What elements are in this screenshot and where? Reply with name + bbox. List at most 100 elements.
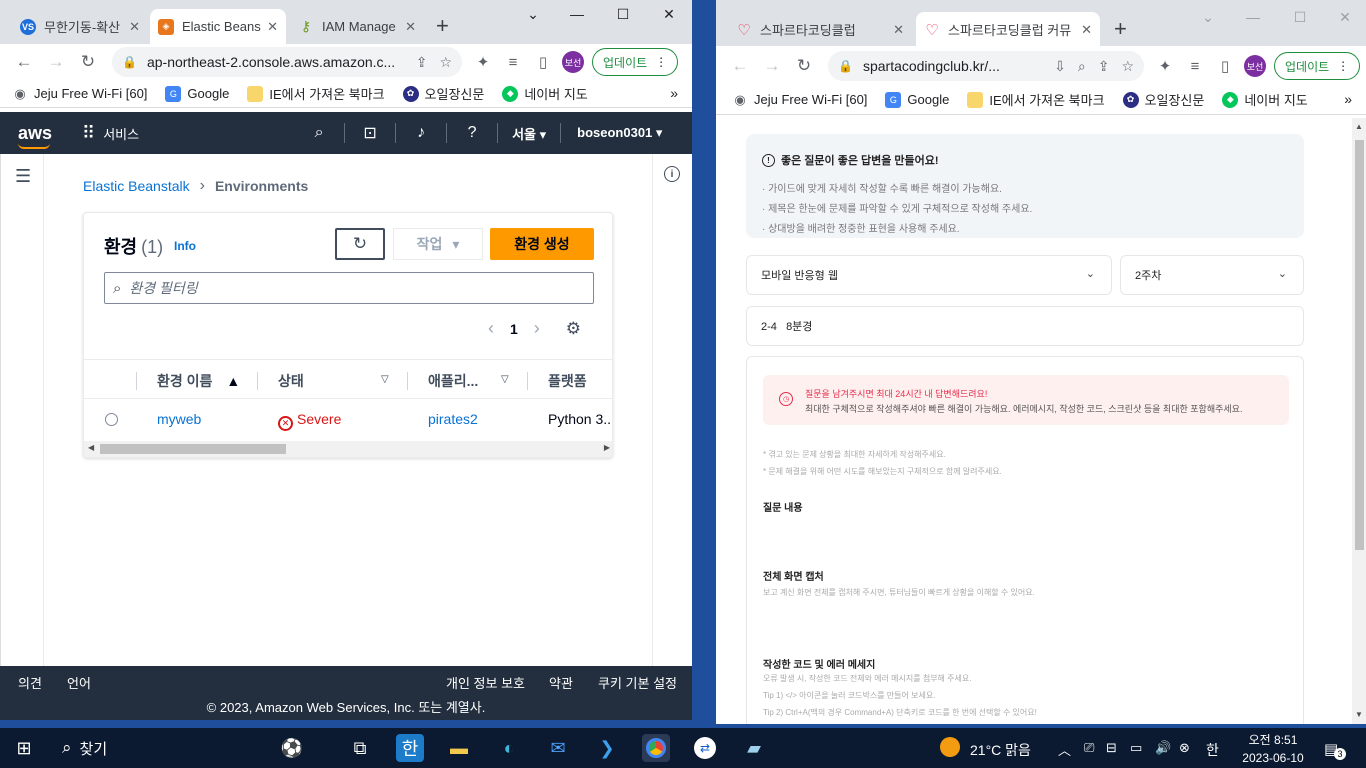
chrome-icon[interactable]: [642, 734, 670, 762]
close-tab-icon[interactable]: ✕: [267, 19, 278, 35]
tab-vs[interactable]: VS 무한기동-확산 ✕: [12, 9, 148, 44]
notepad-icon[interactable]: ▰: [740, 734, 768, 762]
application-link[interactable]: pirates2: [428, 411, 478, 427]
chevron-up-icon[interactable]: ︿: [1058, 740, 1071, 759]
new-tab-button[interactable]: +: [1114, 16, 1127, 42]
bookmark-star-icon[interactable]: ☆: [439, 54, 452, 71]
column-header-status[interactable]: 상태: [278, 371, 304, 391]
cookie-preferences-link[interactable]: 쿠키 기본 설정: [598, 673, 677, 692]
media-icon[interactable]: ≡: [1180, 58, 1210, 75]
reload-icon[interactable]: ↻: [72, 52, 104, 72]
tab-sparta-community[interactable]: ♡ 스파르타코딩클럽 커뮤 ✕: [916, 12, 1100, 47]
account-menu[interactable]: boseon0301 ▾: [577, 125, 662, 141]
battery-icon[interactable]: ▭: [1130, 740, 1142, 756]
weather-text[interactable]: 21°C 맑음: [970, 740, 1031, 760]
scrollbar-thumb[interactable]: [1355, 140, 1364, 550]
mail-icon[interactable]: ✉: [544, 734, 572, 762]
bell-icon[interactable]: ♪: [409, 124, 433, 142]
mute-icon[interactable]: ⊗: [1179, 740, 1190, 756]
search-icon[interactable]: ⌕: [307, 124, 331, 142]
scrollbar-thumb[interactable]: [100, 444, 286, 454]
privacy-link[interactable]: 개인 정보 보호: [446, 673, 525, 692]
bookmark-item[interactable]: G Google: [165, 85, 229, 102]
sort-icon[interactable]: ▽: [381, 374, 389, 385]
update-button[interactable]: 업데이트 ⋮: [592, 48, 679, 76]
share-icon[interactable]: ⇪: [416, 54, 428, 71]
tab-sparta-1[interactable]: ♡ 스파르타코딩클럽 ✕: [728, 12, 912, 47]
device-icon[interactable]: ⎚: [1084, 740, 1094, 756]
question-body-editor[interactable]: ◷ 질문을 남겨주시면 최대 24시간 내 답변해드려요! 최대한 구체적으로 …: [746, 356, 1304, 724]
minimize-button[interactable]: —: [562, 6, 592, 22]
actions-dropdown[interactable]: 작업 ▾: [393, 228, 483, 260]
bookmark-item[interactable]: ◆ 네이버 지도: [1222, 90, 1308, 109]
scroll-up-icon[interactable]: ▲: [1355, 122, 1363, 131]
refresh-button[interactable]: ↻: [335, 228, 385, 260]
help-icon[interactable]: ?: [460, 124, 484, 142]
scroll-right-icon[interactable]: ▶: [604, 443, 610, 452]
bookmark-item[interactable]: ◉ Jeju Free Wi-Fi [60]: [12, 85, 147, 102]
language-link[interactable]: 언어: [67, 673, 91, 692]
hamburger-menu-icon[interactable]: ☰: [15, 166, 31, 187]
address-bar[interactable]: 🔒 spartacodingclub.kr/... ⇩ ⌕ ⇪ ☆: [828, 51, 1144, 81]
info-panel-icon[interactable]: i: [664, 166, 680, 182]
services-menu[interactable]: 서비스: [103, 124, 139, 143]
maximize-button[interactable]: ☐: [1285, 9, 1315, 26]
forward-icon[interactable]: →: [756, 56, 788, 76]
scroll-down-icon[interactable]: ▼: [1355, 710, 1363, 719]
close-tab-icon[interactable]: ✕: [893, 22, 904, 38]
course-select[interactable]: 모바일 반응형 웹 ⌄: [746, 255, 1112, 295]
new-tab-button[interactable]: +: [436, 13, 449, 39]
clock[interactable]: 오전 8:51 2023-06-10: [1240, 731, 1306, 765]
reload-icon[interactable]: ↻: [788, 56, 820, 76]
environment-name-link[interactable]: myweb: [157, 411, 201, 427]
minimize-button[interactable]: —: [1238, 9, 1268, 25]
media-icon[interactable]: ≡: [498, 54, 528, 71]
bookmark-item[interactable]: ◆ 네이버 지도: [502, 84, 588, 103]
avatar[interactable]: 보선: [1244, 55, 1266, 77]
bookmark-item[interactable]: ✿ 오일장신문: [402, 84, 484, 103]
maximize-button[interactable]: ☐: [608, 6, 638, 23]
chevron-right-icon[interactable]: »: [1344, 91, 1352, 107]
share-icon[interactable]: ⇪: [1098, 58, 1110, 75]
info-link[interactable]: Info: [174, 239, 196, 253]
forward-icon[interactable]: →: [40, 52, 72, 72]
address-bar[interactable]: 🔒 ap-northeast-2.console.aws.amazon.c...…: [112, 47, 462, 77]
cloudshell-icon[interactable]: ⊡: [358, 123, 382, 143]
gear-icon[interactable]: ⚙: [566, 319, 581, 339]
breadcrumb-link[interactable]: Elastic Beanstalk: [83, 178, 190, 194]
feedback-link[interactable]: 의견: [18, 673, 42, 692]
row-select-radio[interactable]: [105, 413, 118, 426]
bookmark-item[interactable]: IE에서 가져온 북마크: [967, 90, 1105, 109]
region-selector[interactable]: 서울 ▾: [512, 124, 546, 143]
avatar[interactable]: 보선: [562, 51, 584, 73]
grid-icon[interactable]: ⠿: [82, 123, 95, 144]
bookmark-item[interactable]: IE에서 가져온 북마크: [247, 84, 385, 103]
column-header-name[interactable]: 환경 이름 ▲: [157, 371, 240, 391]
extensions-icon[interactable]: ✦: [468, 53, 498, 71]
environment-filter-input[interactable]: ⌕ 환경 필터링: [104, 272, 594, 304]
close-window-button[interactable]: ✕: [654, 6, 684, 23]
close-tab-icon[interactable]: ✕: [1081, 22, 1092, 38]
tab-search-icon[interactable]: ⌄: [1193, 9, 1223, 26]
volume-icon[interactable]: 🔊: [1155, 740, 1171, 756]
install-icon[interactable]: ⇩: [1054, 58, 1066, 75]
chevron-right-icon[interactable]: »: [670, 85, 678, 101]
back-icon[interactable]: ←: [724, 56, 756, 76]
scroll-left-icon[interactable]: ◀: [88, 443, 94, 452]
week-select[interactable]: 2주차 ⌄: [1120, 255, 1304, 295]
question-title-input[interactable]: 2-4 8분경: [746, 306, 1304, 346]
ime-indicator[interactable]: 한: [1206, 740, 1219, 760]
search-highlight-icon[interactable]: ⚽: [260, 734, 324, 762]
bookmark-item[interactable]: ◉ Jeju Free Wi-Fi [60]: [732, 91, 867, 108]
file-explorer-icon[interactable]: ▬: [445, 734, 473, 762]
update-button[interactable]: 업데이트 ⋮: [1274, 52, 1361, 80]
taskbar-search[interactable]: ⌕ 찾기: [48, 728, 248, 768]
terms-link[interactable]: 약관: [549, 673, 573, 692]
aws-logo[interactable]: aws: [18, 123, 52, 149]
page-number[interactable]: 1: [510, 321, 518, 337]
task-view-icon[interactable]: ⧉: [346, 734, 374, 762]
side-panel-icon[interactable]: ▯: [528, 53, 558, 71]
side-panel-icon[interactable]: ▯: [1210, 57, 1240, 75]
bookmark-item[interactable]: G Google: [885, 91, 949, 108]
teamviewer-icon[interactable]: ⇄: [691, 734, 719, 762]
